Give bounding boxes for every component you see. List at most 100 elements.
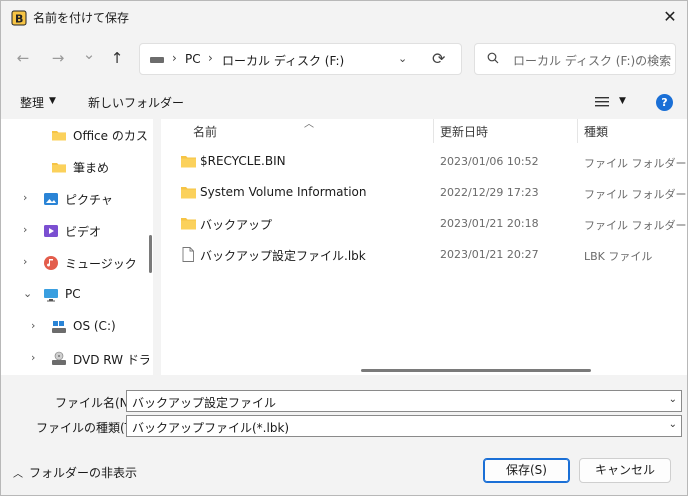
chevron-right-icon[interactable]: › bbox=[23, 255, 27, 268]
back-arrow-icon: ← bbox=[16, 49, 30, 67]
app-icon: B bbox=[11, 10, 27, 26]
save-as-dialog: B 名前を付けて保存 ✕ ← → ⌄ ↑ › PC › ローカル ディスク (F… bbox=[0, 0, 688, 496]
breadcrumb-pc[interactable]: PC bbox=[185, 52, 201, 66]
filename-value: バックアップ設定ファイル bbox=[132, 396, 277, 410]
search-box[interactable]: ローカル ディスク (F:)の検索 bbox=[474, 43, 676, 75]
organize-button[interactable]: 整理 bbox=[20, 94, 44, 111]
pc-icon bbox=[43, 287, 59, 303]
chevron-down-icon[interactable]: ⌄ bbox=[669, 419, 677, 430]
file-date: 2022/12/29 17:23 bbox=[440, 186, 539, 199]
sidebar-scrollbar-thumb[interactable] bbox=[149, 235, 152, 273]
horizontal-scrollbar-thumb[interactable] bbox=[361, 369, 591, 372]
title-bar: B 名前を付けて保存 ✕ bbox=[1, 1, 687, 33]
hide-folders-toggle[interactable]: ︿ フォルダーの非表示 bbox=[13, 464, 137, 481]
file-row[interactable]: バックアップ設定ファイル.lbk 2023/01/21 20:27 LBK ファイル bbox=[161, 240, 687, 270]
column-divider[interactable] bbox=[433, 119, 434, 143]
dvd-drive-icon bbox=[51, 351, 67, 367]
search-icon bbox=[487, 52, 499, 64]
file-date: 2023/01/21 20:27 bbox=[440, 248, 539, 261]
file-row[interactable]: System Volume Information 2022/12/29 17:2… bbox=[161, 178, 687, 208]
address-bar[interactable]: › PC › ローカル ディスク (F:) ⌄ ⟳ bbox=[139, 43, 462, 75]
drive-icon bbox=[51, 319, 67, 335]
breadcrumb-drive-f[interactable]: ローカル ディスク (F:) bbox=[222, 52, 344, 69]
breadcrumb-separator-icon: › bbox=[208, 51, 213, 65]
sidebar-item[interactable]: Office のカスタム bbox=[1, 119, 149, 151]
folder-icon bbox=[180, 154, 197, 169]
up-button[interactable]: ↑ bbox=[106, 47, 128, 69]
file-row[interactable]: バックアップ 2023/01/21 20:18 ファイル フォルダー bbox=[161, 209, 687, 239]
drive-icon bbox=[150, 57, 164, 63]
sidebar-item[interactable]: › DVD RW ドライブ bbox=[1, 343, 149, 375]
column-divider[interactable] bbox=[577, 119, 578, 143]
dialog-title: 名前を付けて保存 bbox=[33, 11, 130, 25]
file-icon bbox=[180, 247, 197, 262]
sidebar-item[interactable]: › ビデオ bbox=[1, 215, 149, 247]
organize-dropdown-icon[interactable]: ▼ bbox=[49, 96, 56, 106]
close-icon: ✕ bbox=[663, 7, 677, 26]
address-dropdown-icon[interactable]: ⌄ bbox=[398, 52, 407, 65]
filename-input[interactable]: バックアップ設定ファイル ⌄ bbox=[126, 390, 682, 412]
file-name: バックアップ設定ファイル.lbk bbox=[200, 249, 366, 263]
chevron-right-icon[interactable]: › bbox=[23, 223, 27, 236]
sidebar-item-label: ミュージック bbox=[65, 257, 137, 271]
file-list: 名前 ︿ 更新日時 種類 $RECYCLE.BIN 2023/01/06 10:5… bbox=[161, 119, 687, 375]
chevron-right-icon[interactable]: › bbox=[31, 351, 35, 364]
sidebar-item[interactable]: ⌄ PC bbox=[1, 279, 149, 311]
recent-locations-button[interactable]: ⌄ bbox=[78, 43, 100, 65]
command-bar: 整理 ▼ 新しいフォルダー ▼ ? bbox=[1, 85, 687, 119]
chevron-up-icon: ︿ bbox=[13, 469, 23, 480]
sidebar-item-label: DVD RW ドライブ bbox=[73, 353, 149, 367]
sidebar-item[interactable]: 筆まめ bbox=[1, 151, 149, 183]
file-type: ファイル フォルダー bbox=[584, 188, 687, 201]
chevron-down-icon[interactable]: ⌄ bbox=[23, 287, 32, 300]
sidebar-item-label: ビデオ bbox=[65, 225, 102, 239]
file-name: $RECYCLE.BIN bbox=[200, 154, 286, 168]
videos-icon bbox=[43, 223, 59, 239]
file-type: LBK ファイル bbox=[584, 250, 653, 263]
cancel-button[interactable]: キャンセル bbox=[579, 458, 671, 483]
file-row[interactable]: $RECYCLE.BIN 2023/01/06 10:52 ファイル フォルダー bbox=[161, 147, 687, 177]
save-button[interactable]: 保存(S) bbox=[483, 458, 570, 483]
up-arrow-icon: ↑ bbox=[110, 49, 124, 67]
close-button[interactable]: ✕ bbox=[653, 3, 687, 31]
refresh-icon[interactable]: ⟳ bbox=[432, 49, 445, 68]
view-dropdown-icon[interactable]: ▼ bbox=[619, 96, 626, 106]
column-header-type[interactable]: 種類 bbox=[584, 123, 608, 140]
chevron-right-icon[interactable]: › bbox=[23, 191, 27, 204]
help-icon[interactable]: ? bbox=[656, 94, 673, 111]
sidebar-item-label: OS (C:) bbox=[73, 319, 116, 333]
view-options-icon[interactable] bbox=[595, 96, 609, 108]
save-form: ファイル名(N): バックアップ設定ファイル ⌄ ファイルの種類(T): バック… bbox=[1, 375, 687, 495]
search-placeholder: ローカル ディスク (F:)の検索 bbox=[513, 54, 672, 68]
column-header-date[interactable]: 更新日時 bbox=[440, 123, 488, 140]
filetype-value: バックアップファイル(*.lbk) bbox=[132, 421, 290, 435]
music-icon bbox=[43, 255, 59, 271]
folder-icon bbox=[51, 159, 67, 175]
back-button[interactable]: ← bbox=[12, 47, 34, 69]
sidebar-item-label: 筆まめ bbox=[73, 161, 110, 175]
breadcrumb-separator-icon: › bbox=[172, 51, 177, 65]
file-date: 2023/01/06 10:52 bbox=[440, 155, 539, 168]
chevron-right-icon[interactable]: › bbox=[31, 319, 35, 332]
sidebar-item-label: PC bbox=[65, 287, 81, 301]
file-name: バックアップ bbox=[200, 218, 273, 232]
forward-button[interactable]: → bbox=[47, 47, 69, 69]
navigation-bar: ← → ⌄ ↑ › PC › ローカル ディスク (F:) ⌄ ⟳ ローカル デ… bbox=[1, 33, 687, 85]
pictures-icon bbox=[43, 191, 59, 207]
filetype-select[interactable]: バックアップファイル(*.lbk) ⌄ bbox=[126, 415, 682, 437]
chevron-down-icon[interactable]: ⌄ bbox=[669, 394, 677, 405]
file-date: 2023/01/21 20:18 bbox=[440, 217, 539, 230]
sidebar-item[interactable]: › OS (C:) bbox=[1, 311, 149, 343]
svg-text:B: B bbox=[15, 13, 23, 26]
sidebar-item[interactable]: › ミュージック bbox=[1, 247, 149, 279]
sidebar-item-label: Office のカスタム bbox=[73, 129, 149, 143]
navigation-pane: Office のカスタム筆まめ › ピクチャ › ビデオ › ミュージック ⌄ PC › OS (C… bbox=[1, 119, 149, 375]
column-header-name[interactable]: 名前 bbox=[193, 123, 217, 140]
file-type: ファイル フォルダー bbox=[584, 157, 687, 170]
folder-icon bbox=[51, 127, 67, 143]
new-folder-button[interactable]: 新しいフォルダー bbox=[88, 94, 184, 111]
sidebar-item[interactable]: › ピクチャ bbox=[1, 183, 149, 215]
folder-icon bbox=[180, 185, 197, 200]
chevron-down-icon: ⌄ bbox=[82, 45, 96, 63]
sidebar-item-label: ピクチャ bbox=[65, 193, 113, 207]
